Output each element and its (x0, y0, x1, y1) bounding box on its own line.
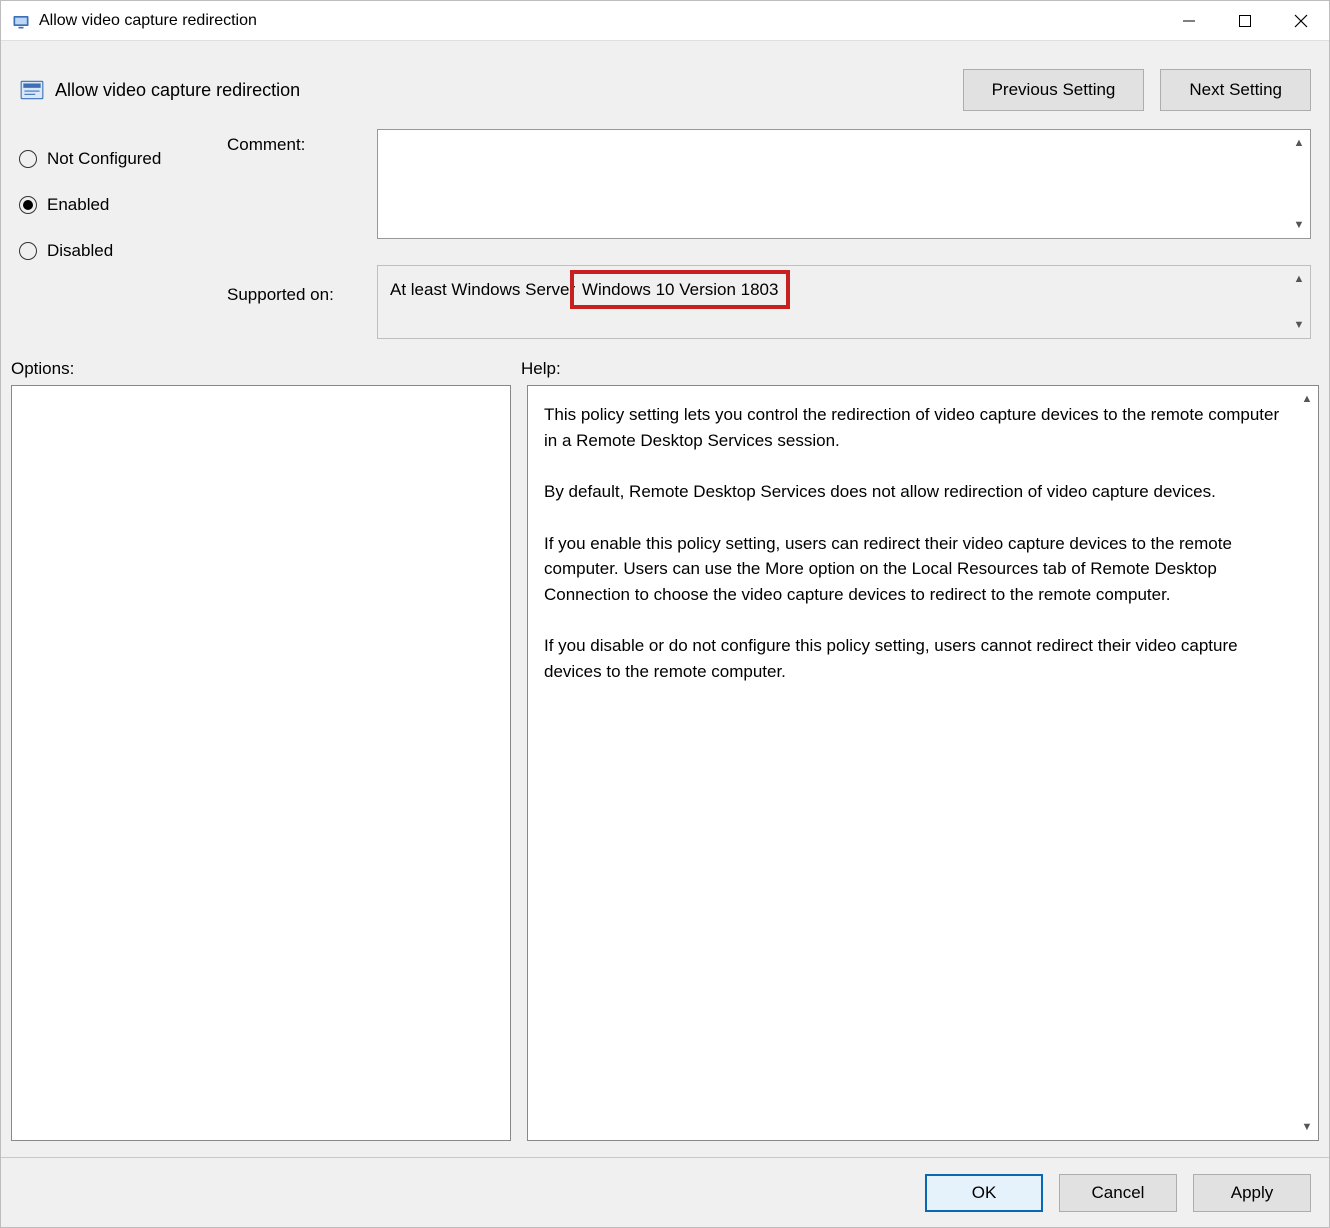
close-button[interactable] (1273, 2, 1329, 40)
radio-icon (19, 196, 37, 214)
comment-label: Comment: (227, 135, 377, 155)
panes: This policy setting lets you control the… (1, 385, 1329, 1157)
radio-label: Disabled (47, 241, 113, 261)
config-values: ▲ ▼ At least Windows Server Windows 10 V… (377, 129, 1311, 339)
ok-button[interactable]: OK (925, 1174, 1043, 1212)
options-label: Options: (11, 359, 521, 379)
help-paragraph: By default, Remote Desktop Services does… (544, 479, 1288, 505)
dialog-window: Allow video capture redirection Allow vi… (0, 0, 1330, 1228)
radio-label: Not Configured (47, 149, 161, 169)
supported-on-field: At least Windows Server Windows 10 Versi… (377, 265, 1311, 339)
help-label: Help: (521, 359, 561, 379)
supported-on-text: At least Windows Server Windows 10 Versi… (390, 280, 780, 300)
config-area: Not Configured Enabled Disabled Comment:… (1, 129, 1329, 347)
help-pane: This policy setting lets you control the… (527, 385, 1319, 1141)
app-icon (11, 11, 31, 31)
scroll-up-icon[interactable]: ▲ (1290, 270, 1308, 288)
maximize-button[interactable] (1217, 2, 1273, 40)
state-radios: Not Configured Enabled Disabled (19, 129, 227, 339)
help-paragraph: If you disable or do not configure this … (544, 633, 1288, 684)
minimize-button[interactable] (1161, 2, 1217, 40)
next-setting-button[interactable]: Next Setting (1160, 69, 1311, 111)
scroll-up-icon[interactable]: ▲ (1298, 390, 1316, 408)
policy-icon (19, 77, 45, 103)
supported-on-highlight: Windows 10 Version 1803 (580, 280, 781, 299)
radio-disabled[interactable]: Disabled (19, 231, 227, 271)
radio-not-configured[interactable]: Not Configured (19, 139, 227, 179)
dialog-footer: OK Cancel Apply (1, 1157, 1329, 1227)
previous-setting-button[interactable]: Previous Setting (963, 69, 1145, 111)
apply-button[interactable]: Apply (1193, 1174, 1311, 1212)
help-paragraph: This policy setting lets you control the… (544, 402, 1288, 453)
titlebar: Allow video capture redirection (1, 1, 1329, 41)
options-pane (11, 385, 511, 1141)
radio-icon (19, 242, 37, 260)
supported-on-prefix: At least Windows Server (390, 280, 580, 299)
radio-label: Enabled (47, 195, 109, 215)
header-row: Allow video capture redirection Previous… (1, 41, 1329, 129)
window-title: Allow video capture redirection (39, 12, 257, 30)
comment-textarea[interactable]: ▲ ▼ (377, 129, 1311, 239)
scroll-up-icon[interactable]: ▲ (1290, 134, 1308, 152)
cancel-button[interactable]: Cancel (1059, 1174, 1177, 1212)
radio-icon (19, 150, 37, 168)
section-labels: Options: Help: (1, 347, 1329, 385)
supported-label: Supported on: (227, 285, 377, 305)
scroll-down-icon[interactable]: ▼ (1298, 1118, 1316, 1136)
policy-title: Allow video capture redirection (55, 80, 300, 101)
radio-enabled[interactable]: Enabled (19, 185, 227, 225)
scroll-down-icon[interactable]: ▼ (1290, 316, 1308, 334)
scroll-down-icon[interactable]: ▼ (1290, 216, 1308, 234)
help-paragraph: If you enable this policy setting, users… (544, 531, 1288, 608)
config-labels: Comment: Supported on: (227, 129, 377, 339)
